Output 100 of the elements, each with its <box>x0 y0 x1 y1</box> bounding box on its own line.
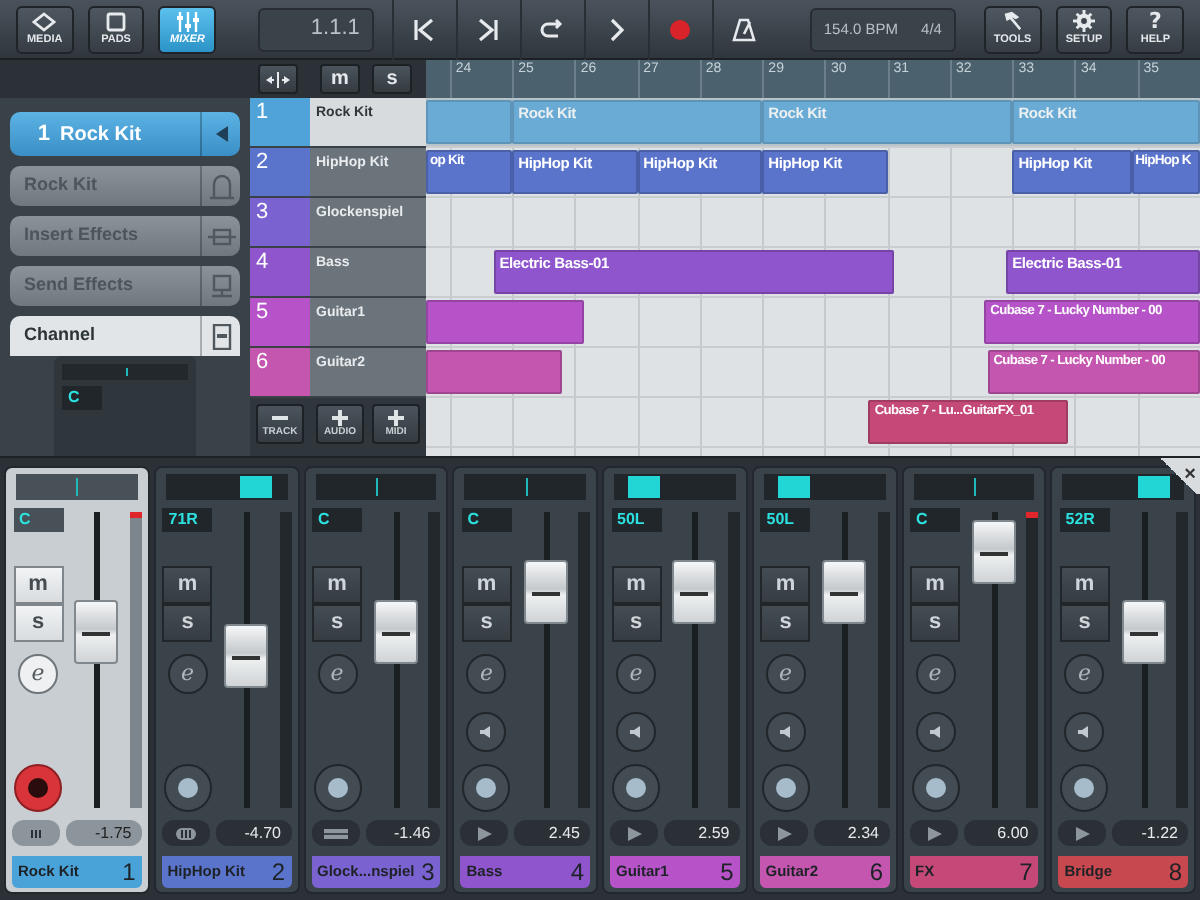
edit-button[interactable]: e <box>466 653 507 694</box>
mute-button[interactable]: m <box>611 565 661 604</box>
fader-handle[interactable] <box>523 560 568 625</box>
fader-handle[interactable] <box>1121 600 1166 665</box>
edit-button[interactable]: e <box>167 653 208 694</box>
metronome-icon <box>732 17 757 41</box>
play-icon <box>1070 825 1095 841</box>
channel-number: 7 <box>1019 856 1033 890</box>
record-button[interactable] <box>14 764 62 812</box>
edit-button[interactable]: e <box>1064 653 1105 694</box>
channel-type-button[interactable] <box>311 820 359 846</box>
diamond-icon <box>32 11 57 32</box>
mute-button[interactable]: m <box>13 565 63 604</box>
monitor-button[interactable] <box>1064 712 1105 752</box>
channel-type-button[interactable] <box>610 820 658 846</box>
channel-number: 8 <box>1168 856 1182 890</box>
track-number: 1 <box>35 119 50 150</box>
pan-meter <box>464 474 586 500</box>
speaker-icon <box>628 724 644 740</box>
channel-type-button[interactable] <box>12 820 60 846</box>
channel-type-button[interactable] <box>161 820 210 846</box>
pan-readout: C <box>461 507 512 532</box>
fader-handle[interactable] <box>74 600 119 665</box>
clip[interactable] <box>426 100 513 144</box>
clip[interactable] <box>426 300 585 344</box>
square-icon <box>104 11 129 32</box>
edit-button[interactable]: e <box>915 653 955 694</box>
pan-readout: 50L <box>760 507 811 532</box>
volume-readout: 6.00 <box>963 820 1039 846</box>
position-display: 1.1.1 <box>258 7 374 51</box>
volume-readout: -1.22 <box>1112 820 1188 846</box>
collapse-icon <box>215 126 227 142</box>
mute-button[interactable]: m <box>910 565 960 604</box>
mute-button[interactable]: m <box>1059 565 1110 604</box>
record-button[interactable] <box>313 764 361 812</box>
channel-type-button[interactable] <box>759 820 808 846</box>
record-button[interactable] <box>163 764 212 812</box>
solo-button[interactable]: s <box>162 603 213 642</box>
fader-handle[interactable] <box>822 560 867 625</box>
record-button[interactable] <box>1060 764 1109 812</box>
fit-button[interactable] <box>258 64 298 94</box>
pan-meter <box>16 474 138 500</box>
clip[interactable] <box>426 350 563 394</box>
sliders-icon <box>175 11 200 32</box>
mute-button[interactable]: m <box>760 565 811 604</box>
edit-button[interactable]: e <box>317 653 357 694</box>
speaker-icon <box>478 724 495 740</box>
mute-button[interactable]: m <box>320 64 360 94</box>
solo-button[interactable]: s <box>910 603 960 642</box>
pan-readout: 52R <box>1059 507 1110 532</box>
edit-button[interactable]: e <box>616 653 656 694</box>
pan-readout: C <box>62 386 102 410</box>
record-button[interactable] <box>612 764 660 812</box>
pan-readout: C <box>312 507 362 532</box>
monitor-button[interactable] <box>616 712 656 752</box>
channel-type-button[interactable] <box>909 820 957 846</box>
mute-button[interactable]: m <box>162 565 213 604</box>
edit-button[interactable]: e <box>765 653 806 694</box>
insert-icon <box>207 223 235 249</box>
channel-number: 5 <box>720 856 734 890</box>
record-icon <box>923 776 947 800</box>
channel-type-button[interactable] <box>1058 820 1107 846</box>
monitor-button[interactable] <box>765 712 806 752</box>
channel-type-button[interactable] <box>460 820 509 846</box>
track-number: 1 <box>250 98 310 146</box>
inspector-section[interactable]: Channel <box>10 316 240 356</box>
fader-handle[interactable] <box>373 600 418 665</box>
speaker-icon <box>927 724 943 740</box>
track-number: 6 <box>250 348 310 396</box>
solo-button[interactable]: s <box>372 64 412 94</box>
solo-button[interactable]: s <box>760 603 811 642</box>
record-icon <box>1072 776 1097 800</box>
edit-button[interactable]: e <box>18 653 58 694</box>
speaker-icon <box>1076 724 1093 740</box>
pan-meter <box>315 474 437 500</box>
mute-button[interactable]: m <box>312 565 362 604</box>
solo-button[interactable]: s <box>611 603 661 642</box>
fader-handle[interactable] <box>672 560 717 625</box>
channel-number: 3 <box>421 856 435 890</box>
fader-handle[interactable] <box>224 624 269 689</box>
pan-meter <box>1062 474 1184 500</box>
pan-readout: 71R <box>162 507 213 532</box>
record-button[interactable] <box>911 764 959 812</box>
minus-icon <box>272 410 288 426</box>
solo-button[interactable]: s <box>461 603 512 642</box>
close-button[interactable]: × <box>1156 458 1200 494</box>
monitor-button[interactable] <box>915 712 955 752</box>
mute-button[interactable]: m <box>461 565 512 604</box>
monitor-button[interactable] <box>466 712 507 752</box>
bell-icon <box>207 173 235 199</box>
solo-button[interactable]: s <box>312 603 362 642</box>
solo-button[interactable]: s <box>1059 603 1110 642</box>
track-number: 2 <box>250 148 310 196</box>
record-button[interactable] <box>761 764 810 812</box>
pan-readout: 50L <box>611 507 661 532</box>
solo-button[interactable]: s <box>13 603 63 642</box>
pan-readout: C <box>910 507 960 532</box>
fader-handle[interactable] <box>971 520 1016 585</box>
hammer-icon <box>1000 10 1025 33</box>
record-button[interactable] <box>462 764 511 812</box>
